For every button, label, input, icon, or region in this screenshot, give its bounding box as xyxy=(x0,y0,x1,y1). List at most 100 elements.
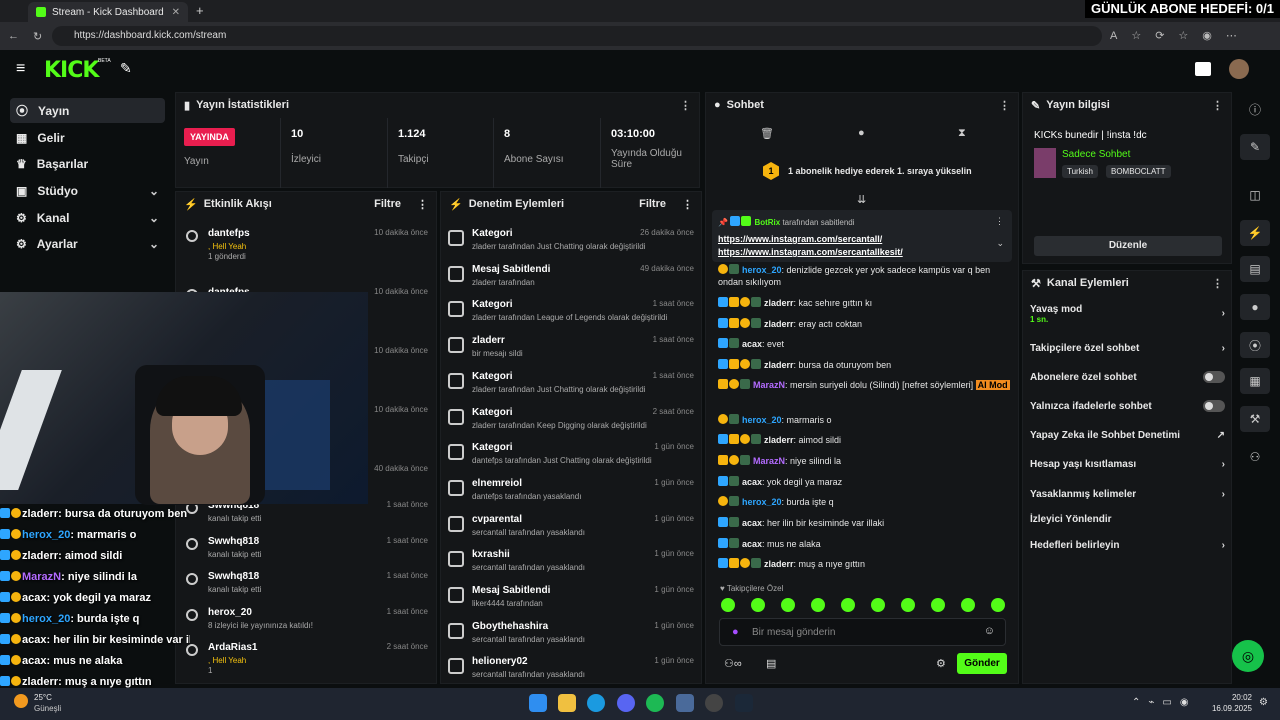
more-icon[interactable]: ⋮ xyxy=(1212,99,1223,112)
chat-message[interactable]: acax: yok degil ya maraz xyxy=(718,476,1013,488)
table-row[interactable]: Kategori dantefps tarafından Just Chattin… xyxy=(448,442,698,476)
capture-icon[interactable]: ◫ xyxy=(1240,182,1270,208)
category-name[interactable]: Sadece Sohbet xyxy=(1062,149,1130,160)
channel-action-item[interactable]: Takipçilere özel sohbet › xyxy=(1030,338,1225,358)
chat-username[interactable]: zladerr xyxy=(764,559,794,569)
slow-mode-row[interactable]: Yavaş mod 1 sn. › xyxy=(1030,304,1225,332)
settings-icon[interactable]: ⚙ xyxy=(936,657,946,670)
kick-app-icon[interactable] xyxy=(1195,62,1211,76)
more-icon[interactable]: ⋮ xyxy=(1212,277,1223,290)
notification-icon[interactable]: ⚙ xyxy=(1259,697,1268,708)
support-icon[interactable]: ◎ xyxy=(1232,640,1264,672)
chat-input[interactable]: ● Bir mesaj gönderin ☺ xyxy=(719,618,1006,646)
table-row[interactable]: kxrashii sercantall tarafından yasaklandı… xyxy=(448,549,698,583)
new-tab-icon[interactable]: + xyxy=(196,3,204,18)
pinned-link-1[interactable]: https://www.instagram.com/sercantall/ xyxy=(718,234,882,244)
sidebar-item-yayin[interactable]: ⦿ Yayın xyxy=(10,98,165,123)
emote-icon[interactable] xyxy=(811,598,825,612)
chat-username[interactable]: herox_20 xyxy=(742,265,782,275)
channel-action-item[interactable]: Yalnızca ifadelerle sohbet xyxy=(1030,396,1225,416)
avatar[interactable] xyxy=(1229,59,1249,79)
more-icon[interactable]: ⋮ xyxy=(995,216,1004,227)
chat-username[interactable]: MarazN xyxy=(753,380,785,390)
more-icon[interactable]: ⋮ xyxy=(682,198,693,211)
toggle-switch[interactable] xyxy=(1203,371,1225,383)
refresh-icon[interactable]: ↻ xyxy=(33,30,42,43)
info-icon[interactable]: ⓘ xyxy=(1240,96,1270,122)
gift-banner[interactable]: 1 abonelik hediye ederek 1. sıraya yükse… xyxy=(788,166,972,176)
emote-icon[interactable] xyxy=(721,598,735,612)
sidebar-item-ayarlar[interactable]: ⚙ Ayarlar ⌄ xyxy=(10,231,165,256)
table-row[interactable]: Kategori zladerr tarafından Keep Digging … xyxy=(448,407,698,441)
chat-message[interactable]: zladerr: eray actı coktan xyxy=(718,318,1013,330)
chat-username[interactable]: acax xyxy=(742,339,762,349)
chat-username[interactable]: herox_20 xyxy=(742,497,782,507)
table-row[interactable]: Kategori zladerr tarafından Just Chatting… xyxy=(448,228,698,262)
scroll-down-icon[interactable]: ⇊ xyxy=(857,193,866,206)
table-row[interactable]: Mesaj Sabitlendi liker4444 tarafından 1 gü… xyxy=(448,585,698,619)
sidebar-item-gelir[interactable]: ▦ Gelir xyxy=(10,125,165,150)
chat-username[interactable]: zladerr xyxy=(764,435,794,445)
more-icon[interactable]: ⋮ xyxy=(417,198,428,211)
sidebar-item-basarilar[interactable]: ♛ Başarılar xyxy=(10,151,165,176)
system-tray-icons[interactable]: ⌃⌁▭◉ xyxy=(1132,697,1197,708)
edge-browser-icon[interactable] xyxy=(587,694,605,712)
activity-filter-button[interactable]: Filtre xyxy=(374,198,401,210)
list-item[interactable]: Swwhq818 kanalı takip etti 1 saat önce xyxy=(180,536,434,570)
chat-message[interactable]: acax: evet xyxy=(718,338,1013,350)
emote-icon[interactable] xyxy=(961,598,975,612)
sidebar-item-kanal[interactable]: ⚙ Kanal ⌄ xyxy=(10,205,165,230)
emote-icon[interactable] xyxy=(841,598,855,612)
chat-username[interactable]: zladerr xyxy=(764,360,794,370)
more-icon[interactable]: ⋮ xyxy=(999,99,1010,112)
emote-icon[interactable] xyxy=(901,598,915,612)
edit-icon[interactable]: ✎ xyxy=(1240,134,1270,160)
layout-icon[interactable]: ▦ xyxy=(1240,368,1270,394)
emote-icon[interactable] xyxy=(781,598,795,612)
toggle-switch[interactable] xyxy=(1203,400,1225,412)
broadcast-icon[interactable]: ⦿ xyxy=(1240,332,1270,358)
channel-action-item[interactable]: İzleyici Yönlendir xyxy=(1030,509,1225,529)
channel-action-item[interactable]: Hedefleri belirleyin › xyxy=(1030,535,1225,555)
table-row[interactable]: elnemreiol dantefps tarafından yasaklandı… xyxy=(448,478,698,512)
app-icon[interactable] xyxy=(676,694,694,712)
table-row[interactable]: cvparental sercantall tarafından yasaklan… xyxy=(448,514,698,548)
channel-action-item[interactable]: Abonelere özel sohbet xyxy=(1030,367,1225,387)
lightning-icon[interactable]: ⚡ xyxy=(1240,220,1270,246)
weather-icon[interactable] xyxy=(14,694,28,708)
chat-username[interactable]: acax xyxy=(742,539,762,549)
channel-action-item[interactable]: Yasaklanmış kelimeler › xyxy=(1030,484,1225,504)
chat-username[interactable]: MarazN xyxy=(753,456,785,466)
browser-toolbar-icons[interactable]: A☆⟳☆◉⋯ xyxy=(1110,29,1251,42)
emote-icon[interactable] xyxy=(871,598,885,612)
chat-username[interactable]: zladerr xyxy=(764,298,794,308)
file-explorer-icon[interactable] xyxy=(558,694,576,712)
chat-username[interactable]: acax xyxy=(742,518,762,528)
list-item[interactable]: Swwhq818 kanalı takip etti 1 saat önce xyxy=(180,500,434,534)
windows-start-icon[interactable] xyxy=(529,694,547,712)
obs-icon[interactable] xyxy=(705,694,723,712)
table-row[interactable]: Kategori zladerr tarafından Just Chatting… xyxy=(448,371,698,405)
document-icon[interactable]: ▤ xyxy=(1240,256,1270,282)
menu-icon[interactable]: ≡ xyxy=(16,60,25,78)
chat-message[interactable]: zladerr: kac sehıre gıttın kı xyxy=(718,297,1013,309)
channel-action-item[interactable]: Yapay Zeka ile Sohbet Denetimi ↗ xyxy=(1030,425,1225,445)
back-icon[interactable]: ← xyxy=(8,30,19,42)
list-item[interactable]: dantefps , Hell Yeah 1 gönderdi 10 dakika ö… xyxy=(180,228,434,262)
people-icon[interactable]: ⚇∞ xyxy=(724,657,742,670)
gift-icon[interactable]: ▤ xyxy=(766,657,776,670)
chat-message[interactable]: zladerr: bursa da oturuyom ben xyxy=(718,359,1013,371)
trash-icon[interactable]: 🗑 xyxy=(760,127,774,140)
microphone-icon[interactable]: ● xyxy=(732,626,739,638)
chat-message[interactable]: herox_20: denizlide gezcek yer yok sadec… xyxy=(718,264,1013,288)
emote-icon[interactable] xyxy=(991,598,1005,612)
table-row[interactable]: Gboythehashira sercantall tarafından yasa… xyxy=(448,621,698,655)
chat-bubble-icon[interactable]: ● xyxy=(1240,294,1270,320)
browser-tab[interactable]: Stream - Kick Dashboard ✕ xyxy=(28,2,188,22)
moderation-filter-button[interactable]: Filtre xyxy=(639,198,666,210)
steam-icon[interactable] xyxy=(735,694,753,712)
discord-icon[interactable] xyxy=(617,694,635,712)
wand-icon[interactable]: ✎ xyxy=(120,60,132,77)
table-row[interactable]: zladerr bir mesajı sildi 1 saat önce xyxy=(448,335,698,369)
chat-bubble-icon[interactable]: ● xyxy=(858,127,865,139)
